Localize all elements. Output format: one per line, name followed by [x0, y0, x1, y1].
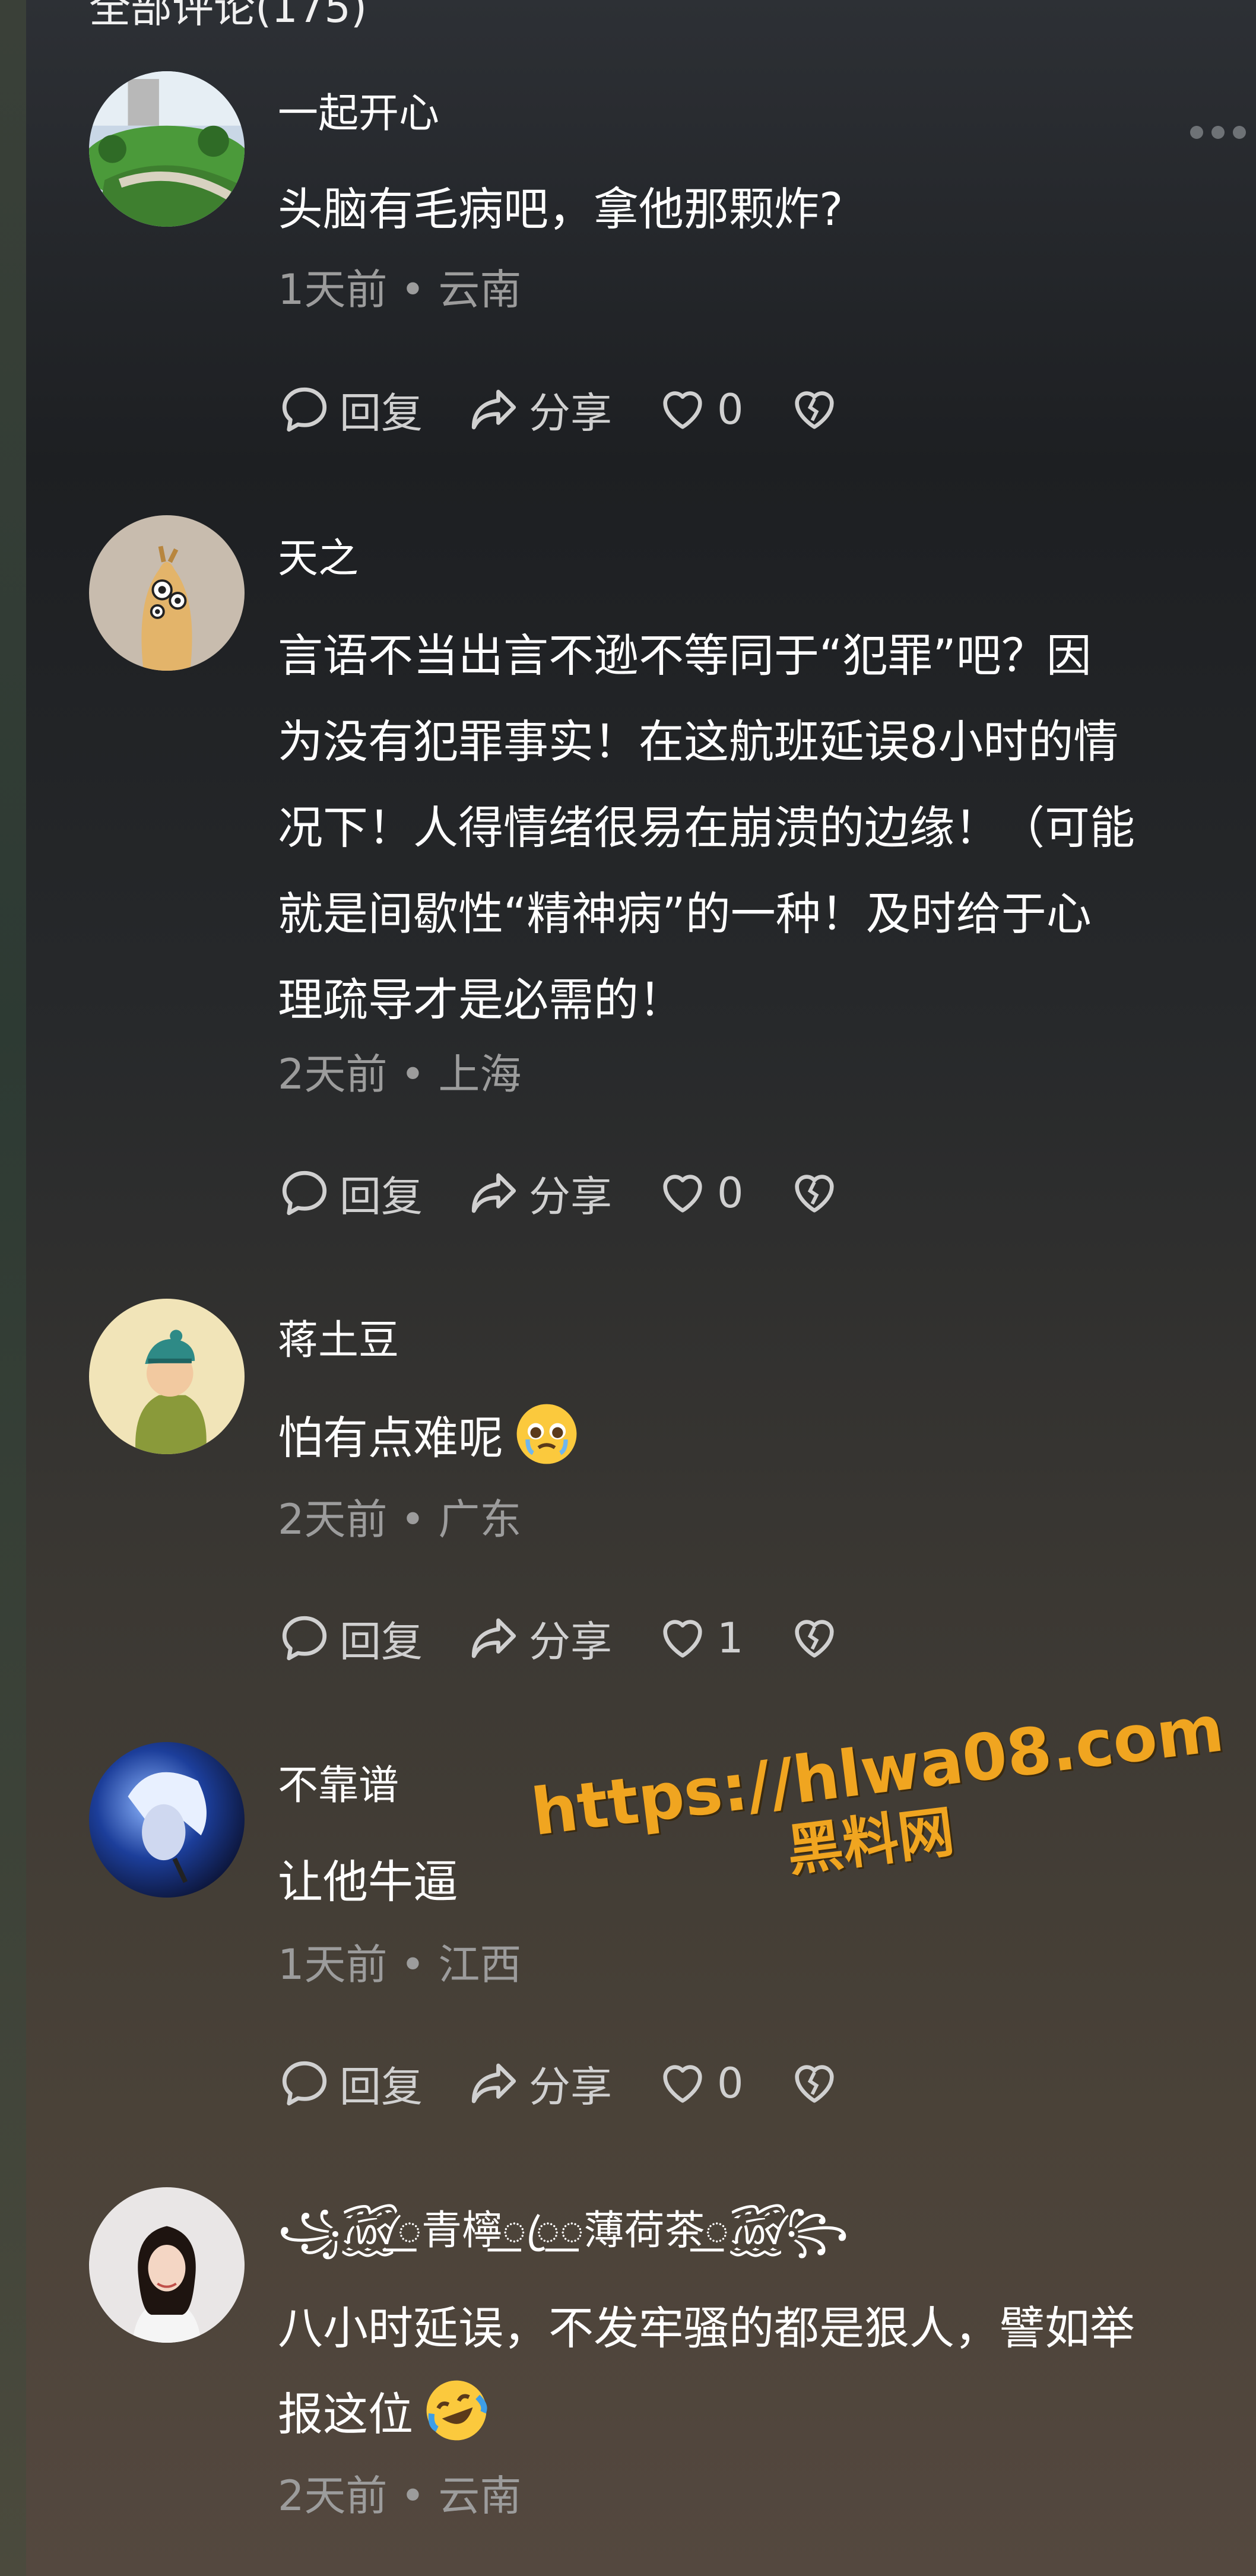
- singer-portrait-avatar[interactable]: [89, 1742, 245, 1898]
- park-landscape-avatar[interactable]: [89, 71, 245, 227]
- share-label: 分享: [529, 1172, 612, 1221]
- heart-icon: [663, 391, 702, 429]
- comment-bubble-icon: [282, 2061, 327, 2106]
- broken-heart-icon: [794, 1620, 834, 1658]
- comment-actions: 回复 分享 1: [278, 1609, 885, 1668]
- comment-time-location: 1天前 • 云南: [278, 265, 522, 314]
- like-button[interactable]: 0: [656, 2057, 744, 2109]
- comment-author[interactable]: ꧁꫞꯭青檸꯭ꦿ꯭薄荷茶꯭꫞꧂: [278, 2211, 849, 2251]
- like-button[interactable]: 1: [656, 1612, 744, 1664]
- comment-text: 头脑有毛病吧，拿他那颗炸?: [278, 183, 843, 236]
- comments-header: 全部评论(175): [89, 0, 367, 32]
- share-button[interactable]: 分享: [467, 1163, 612, 1223]
- share-arrow-icon: [471, 1618, 516, 1658]
- comment-actions: 回复 分享 0: [278, 2057, 885, 2111]
- comment-time-location: 1天前 • 江西: [278, 1940, 522, 1989]
- comment-author[interactable]: 天之: [278, 539, 359, 579]
- dislike-button[interactable]: [788, 2057, 840, 2109]
- more-options-icon[interactable]: [1190, 123, 1247, 141]
- share-label: 分享: [529, 1617, 612, 1666]
- heart-icon: [663, 1175, 702, 1213]
- left-edge-strip: [0, 0, 26, 2576]
- comment-text: 言语不当出言不逊不等同于“犯罪”吧？因 为没有犯罪事实！在这航班延误8小时的情 …: [278, 629, 1135, 1026]
- broken-heart-icon: [794, 1175, 834, 1213]
- reply-button[interactable]: 回复: [278, 1609, 423, 1668]
- like-count: 1: [717, 1614, 744, 1663]
- reply-button[interactable]: 回复: [278, 2054, 423, 2114]
- share-label: 分享: [529, 2062, 612, 2111]
- reply-button[interactable]: 回复: [278, 1163, 423, 1223]
- pleading-face-emoji: [516, 1404, 577, 1464]
- comment-author[interactable]: 不靠谱: [278, 1766, 399, 1806]
- cartoon-boy-avatar[interactable]: [89, 1299, 245, 1454]
- comment-text: 八小时延误，不发牢骚的都是狠人，譬如举 报这位: [278, 2285, 1228, 2457]
- reply-label: 回复: [340, 388, 423, 437]
- reply-label: 回复: [340, 1172, 423, 1221]
- share-button[interactable]: 分享: [467, 2054, 612, 2114]
- reply-label: 回复: [340, 1617, 423, 1666]
- comment-actions: 回复 分享 0: [278, 1163, 885, 1223]
- reply-label: 回复: [340, 2062, 423, 2111]
- dislike-button[interactable]: [788, 1167, 840, 1219]
- reply-button[interactable]: 回复: [278, 380, 423, 440]
- comment-text: 怕有点难呢: [278, 1395, 1228, 1481]
- comment-time-location: 2天前 • 云南: [278, 2472, 522, 2520]
- comment-bubble-icon: [282, 1616, 327, 1661]
- comment-author[interactable]: 一起开心: [278, 94, 439, 134]
- like-count: 0: [717, 385, 744, 434]
- comment-time-location: 2天前 • 上海: [278, 1050, 522, 1099]
- share-label: 分享: [529, 388, 612, 437]
- share-button[interactable]: 分享: [467, 1609, 612, 1668]
- share-arrow-icon: [471, 389, 516, 430]
- like-count: 0: [717, 1169, 744, 1217]
- heart-icon: [663, 1620, 702, 1658]
- comment-actions: 回复 分享 0: [278, 383, 885, 437]
- like-count: 0: [717, 2059, 744, 2108]
- broken-heart-icon: [794, 391, 834, 429]
- share-arrow-icon: [471, 2063, 516, 2104]
- share-arrow-icon: [471, 1173, 516, 1213]
- comment-time-location: 2天前 • 广东: [278, 1495, 522, 1544]
- like-button[interactable]: 0: [656, 383, 744, 436]
- share-button[interactable]: 分享: [467, 380, 612, 440]
- laughing-tears-emoji: [426, 2380, 487, 2441]
- cartoon-creature-avatar[interactable]: [89, 515, 245, 671]
- comment-bubble-icon: [282, 1170, 327, 1216]
- heart-icon: [663, 2065, 702, 2103]
- woman-portrait-avatar[interactable]: [89, 2187, 245, 2343]
- dislike-button[interactable]: [788, 383, 840, 436]
- dislike-button[interactable]: [788, 1612, 840, 1664]
- broken-heart-icon: [794, 2065, 834, 2103]
- like-button[interactable]: 0: [656, 1167, 744, 1219]
- comment-bubble-icon: [282, 387, 327, 432]
- comment-author[interactable]: 蒋土豆: [278, 1321, 399, 1361]
